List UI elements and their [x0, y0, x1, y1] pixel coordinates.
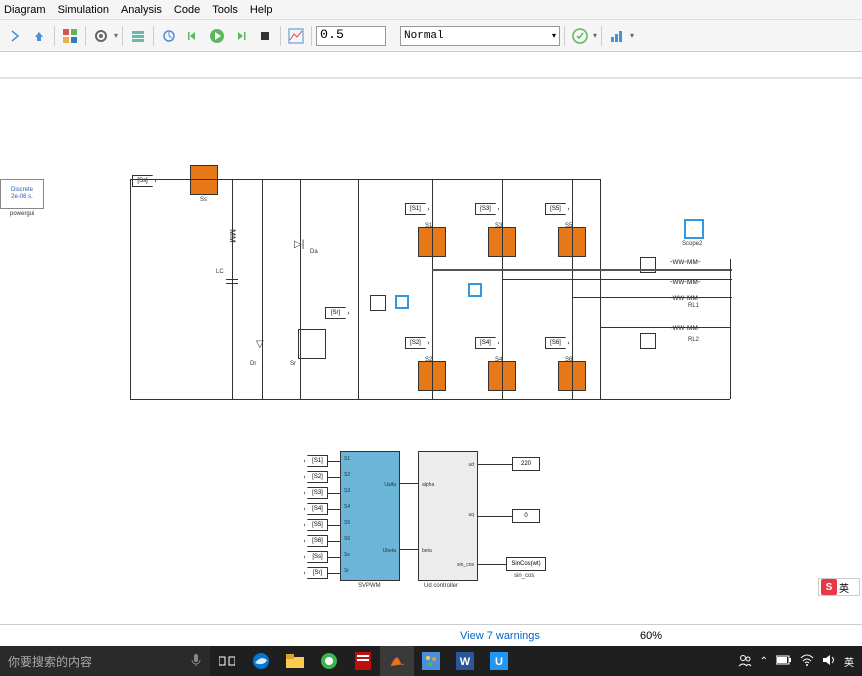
step-back-button[interactable] — [182, 25, 204, 47]
simulation-mode-select[interactable]: Normal▾ — [400, 26, 560, 46]
360-app-icon[interactable] — [312, 646, 346, 676]
da-label: Da — [310, 249, 318, 255]
explorer-app-icon[interactable] — [278, 646, 312, 676]
udctrl-label: Ud controller — [424, 583, 458, 589]
menu-tools[interactable]: Tools — [212, 4, 238, 16]
stop-time-input[interactable] — [316, 26, 386, 46]
people-icon[interactable] — [738, 653, 752, 670]
diode-da-symbol: ▷| — [294, 239, 304, 250]
search-placeholder: 你要搜索的内容 — [8, 653, 92, 670]
lc-label: LC — [216, 269, 224, 275]
vm-scope-block[interactable] — [395, 295, 409, 309]
ss-label: Ss — [200, 197, 207, 203]
powergui-label: powergui — [10, 211, 34, 217]
goto-ss-tag[interactable]: [Ss] — [304, 551, 328, 563]
build-button[interactable] — [606, 25, 628, 47]
powergui-block[interactable]: Discrete 2e-06 s. — [0, 179, 44, 209]
sogou-icon: S — [821, 579, 837, 595]
from-ss-tag[interactable]: [Ss] — [132, 175, 156, 187]
library-browser-button[interactable] — [59, 25, 81, 47]
volume-icon[interactable] — [822, 654, 836, 669]
rl-symbol-0: -ᴡᴡ-ᴍᴍ- — [670, 257, 701, 266]
from-s3-tag[interactable]: [S3] — [475, 203, 499, 215]
data-inspector-button[interactable] — [285, 25, 307, 47]
from-s1-tag[interactable]: [S1] — [405, 203, 429, 215]
ud-controller-block[interactable]: alpha beta ud uq sin_cos — [418, 451, 478, 581]
sr-label: Sr — [290, 361, 296, 367]
rl1-label: RL1 — [688, 303, 699, 309]
from-sr-tag[interactable]: [Sr] — [325, 307, 349, 319]
goto-s5-tag[interactable]: [S5] — [304, 519, 328, 531]
svg-text:W: W — [460, 656, 471, 668]
fast-restart-button[interactable] — [158, 25, 180, 47]
diagnostics-link[interactable]: View 7 warnings — [460, 630, 540, 642]
rl2-label: RL2 — [688, 337, 699, 343]
from-s2-tag[interactable]: [S2] — [405, 337, 429, 349]
dr-label: Dr — [250, 361, 256, 367]
from-s4-tag[interactable]: [S4] — [475, 337, 499, 349]
zoom-level: 60% — [640, 630, 662, 642]
goto-s1-tag[interactable]: [S1] — [304, 455, 328, 467]
scope2-block[interactable] — [684, 219, 704, 239]
model-config-button[interactable] — [90, 25, 112, 47]
update-diagram-button[interactable] — [569, 25, 591, 47]
edge-app-icon[interactable] — [244, 646, 278, 676]
sincoswt-block[interactable]: SinCos(wt) — [506, 557, 546, 571]
sincos-label: sin_cos — [514, 573, 534, 579]
inductor-symbol: ᴍᴍ — [227, 229, 238, 243]
breadcrumb-bar — [0, 52, 862, 78]
wifi-icon[interactable] — [800, 654, 814, 669]
nav-forward-button[interactable] — [4, 25, 26, 47]
menu-simulation[interactable]: Simulation — [58, 4, 109, 16]
goto-s2-tag[interactable]: [S2] — [304, 471, 328, 483]
menu-code[interactable]: Code — [174, 4, 200, 16]
system-tray[interactable]: ⌃ 英 — [738, 653, 862, 670]
model-explorer-button[interactable] — [127, 25, 149, 47]
voltage-meas-block[interactable] — [370, 295, 386, 311]
goto-s4-tag[interactable]: [S4] — [304, 503, 328, 515]
nav-up-button[interactable] — [28, 25, 50, 47]
menu-help[interactable]: Help — [250, 4, 273, 16]
current-meas2-block[interactable] — [640, 333, 656, 349]
igbt-sr-block[interactable] — [298, 329, 326, 359]
uq-const-block[interactable]: 0 — [512, 509, 540, 523]
diode-dr-symbol: ▽ — [256, 339, 264, 350]
menu-analysis[interactable]: Analysis — [121, 4, 162, 16]
goto-sr-tag[interactable]: [Sr] — [304, 567, 328, 579]
status-bar: View 7 warnings 60% — [0, 624, 862, 646]
model-canvas[interactable]: Discrete 2e-06 s. powergui [Ss] Ss [S1] … — [0, 78, 862, 624]
ud-const-block[interactable]: 220 — [512, 457, 540, 471]
paint-app-icon[interactable] — [414, 646, 448, 676]
mic-icon[interactable] — [190, 653, 202, 670]
pdf-app-icon[interactable] — [346, 646, 380, 676]
step-forward-button[interactable] — [230, 25, 252, 47]
im-scope-block[interactable] — [468, 283, 482, 297]
stop-button[interactable] — [254, 25, 276, 47]
task-view-button[interactable] — [210, 646, 244, 676]
menu-bar: Diagram Simulation Analysis Code Tools H… — [0, 0, 862, 20]
ime-lang[interactable]: 英 — [844, 654, 854, 669]
run-button[interactable] — [206, 25, 228, 47]
scope2-label: Scope2 — [682, 241, 702, 247]
uc-app-icon[interactable]: U — [482, 646, 516, 676]
matlab-app-icon[interactable] — [380, 646, 414, 676]
toolbar: ▾ Normal▾ ▾ ▾ — [0, 20, 862, 52]
menu-diagram[interactable]: Diagram — [4, 4, 46, 16]
battery-icon[interactable] — [776, 655, 792, 668]
svpwm-label: SVPWM — [358, 583, 381, 589]
tray-chevron-icon[interactable]: ⌃ — [760, 656, 768, 667]
svpwm-block[interactable]: S1 S2 S3 S4 S5 S6 Ss Sr Ualfa Ubeta — [340, 451, 400, 581]
word-app-icon[interactable]: W — [448, 646, 482, 676]
svg-text:U: U — [495, 656, 503, 668]
goto-s6-tag[interactable]: [S6] — [304, 535, 328, 547]
ime-indicator[interactable]: S 英 — [818, 578, 860, 596]
from-s6-tag[interactable]: [S6] — [545, 337, 569, 349]
taskbar-search[interactable]: 你要搜索的内容 — [0, 646, 210, 676]
igbt-ss-block[interactable] — [190, 165, 218, 195]
from-s5-tag[interactable]: [S5] — [545, 203, 569, 215]
goto-s3-tag[interactable]: [S3] — [304, 487, 328, 499]
windows-taskbar: 你要搜索的内容 W U ⌃ 英 — [0, 646, 862, 676]
